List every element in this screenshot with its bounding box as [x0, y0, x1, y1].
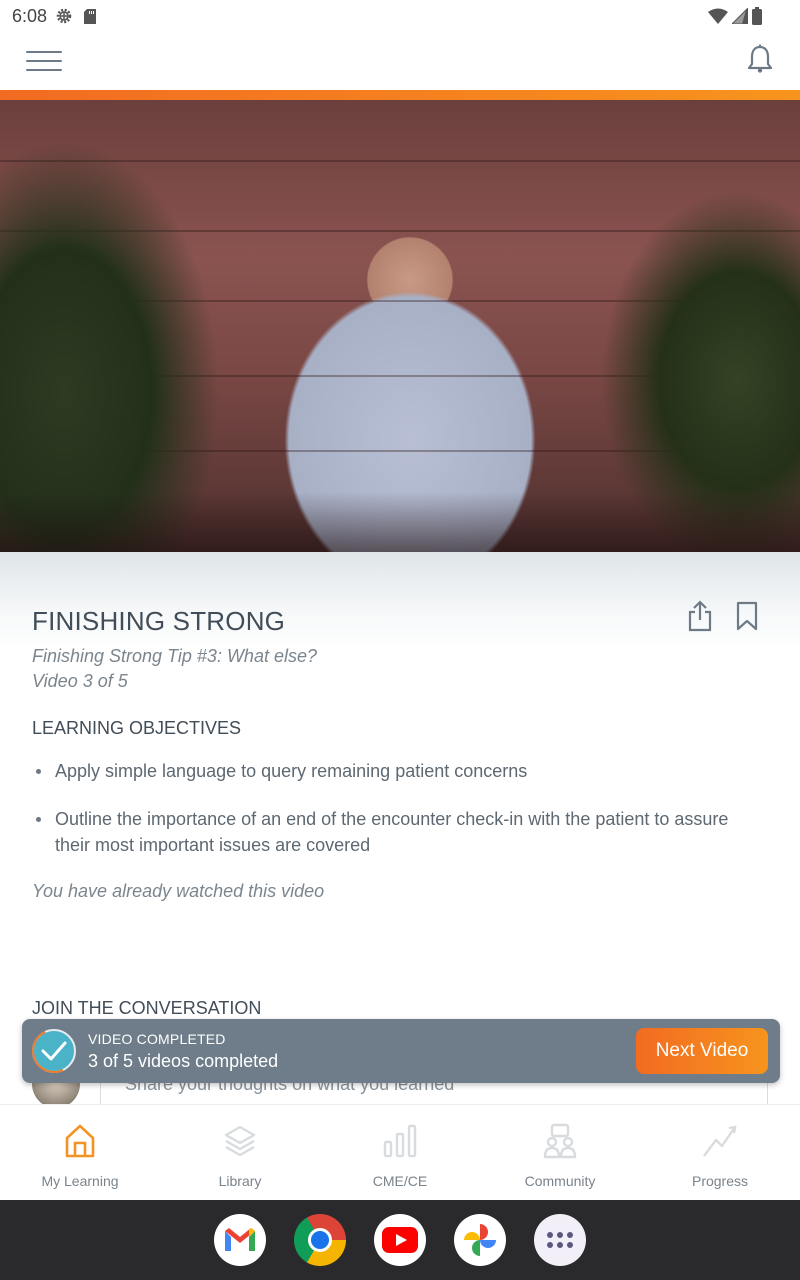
next-video-button[interactable]: Next Video	[636, 1028, 768, 1074]
nav-label: Progress	[691, 1173, 749, 1189]
menu-icon-line	[26, 51, 62, 53]
dock-app-gmail[interactable]	[214, 1214, 266, 1266]
conversation-heading: JOIN THE CONVERSATION	[32, 998, 262, 1018]
app-header	[0, 32, 800, 90]
video-title: Finishing Strong Tip #3: What else?	[32, 646, 317, 666]
bar-chart-icon	[383, 1124, 417, 1158]
menu-button[interactable]	[26, 51, 62, 71]
photos-icon	[464, 1224, 496, 1256]
wifi-icon	[708, 8, 728, 24]
settings-gear-icon	[56, 8, 72, 24]
notifications-button[interactable]	[746, 44, 774, 79]
share-button[interactable]	[686, 600, 714, 637]
nav-item-my-learning[interactable]: My Learning	[0, 1105, 160, 1200]
video-position: Video 3 of 5	[32, 671, 128, 691]
accent-bar	[0, 90, 800, 100]
status-time: 6:08	[12, 5, 48, 26]
dock-app-photos[interactable]	[454, 1214, 506, 1266]
nav-label: Library	[218, 1173, 262, 1189]
trend-icon	[703, 1125, 737, 1157]
nav-item-community[interactable]: Community	[480, 1105, 640, 1200]
menu-icon-line	[26, 60, 62, 62]
youtube-icon	[382, 1227, 418, 1253]
bookmark-icon	[736, 601, 758, 631]
chrome-icon	[308, 1228, 332, 1252]
objective-item: Outline the importance of an end of the …	[32, 806, 752, 858]
plant-left	[0, 140, 220, 552]
nav-item-cme-ce[interactable]: CME/CE	[320, 1105, 480, 1200]
nav-label: My Learning	[41, 1173, 119, 1189]
sd-card-icon	[84, 8, 97, 24]
dock-app-youtube[interactable]	[374, 1214, 426, 1266]
bottom-nav: My Learning Library CME/CE Community Pro…	[0, 1104, 800, 1200]
signal-icon	[732, 8, 748, 24]
bell-icon	[747, 44, 773, 73]
learning-objectives-heading: LEARNING OBJECTIVES	[32, 718, 242, 738]
nav-label: CME/CE	[372, 1173, 428, 1189]
dock-app-drawer[interactable]	[534, 1214, 586, 1266]
video-player[interactable]	[0, 100, 800, 552]
gmail-icon	[225, 1228, 255, 1251]
status-bar: 6:08	[0, 0, 800, 32]
bookmark-button[interactable]	[735, 601, 759, 636]
home-icon	[65, 1124, 95, 1158]
nav-item-progress[interactable]: Progress	[640, 1105, 800, 1200]
toast-subtitle: 3 of 5 videos completed	[88, 1050, 279, 1071]
progress-check-badge	[32, 1029, 76, 1073]
toast-title: VIDEO COMPLETED	[88, 1030, 226, 1047]
nav-item-library[interactable]: Library	[160, 1105, 320, 1200]
app-drawer-icon	[547, 1232, 573, 1248]
watched-note: You have already watched this video	[32, 881, 325, 901]
community-icon	[543, 1123, 577, 1159]
share-icon	[688, 600, 712, 632]
menu-icon-line	[26, 69, 62, 71]
nav-label: Community	[524, 1173, 596, 1189]
course-title: FINISHING STRONG	[32, 606, 286, 636]
dock-app-chrome[interactable]	[294, 1214, 346, 1266]
video-completed-toast: VIDEO COMPLETED 3 of 5 videos completed …	[22, 1019, 780, 1083]
android-dock	[0, 1200, 800, 1280]
layers-icon	[224, 1125, 256, 1157]
battery-icon	[752, 7, 762, 25]
checkmark-icon	[41, 1041, 67, 1061]
learning-objectives-list: Apply simple language to query remaining…	[32, 758, 752, 880]
video-floor-shade	[0, 492, 800, 552]
objective-item: Apply simple language to query remaining…	[32, 758, 752, 784]
